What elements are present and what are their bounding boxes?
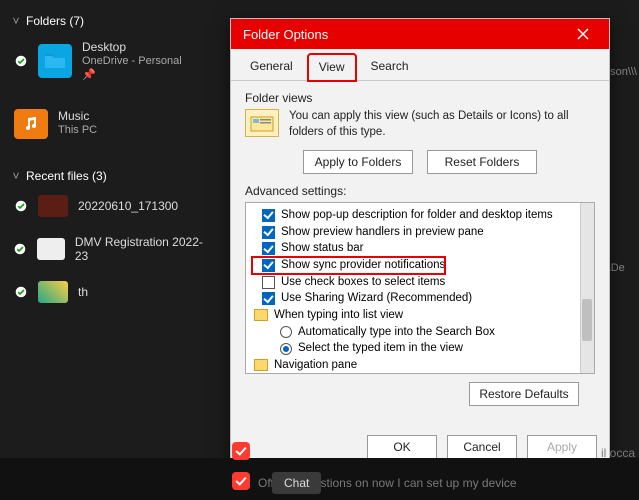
- checkbox-icon[interactable]: [262, 226, 275, 239]
- opt-label: Automatically type into the Search Box: [298, 324, 495, 341]
- explorer-panel: ˅ Folders (7) Desktop OneDrive - Persona…: [0, 0, 220, 500]
- sync-status-icon: [14, 54, 28, 68]
- close-button[interactable]: [565, 19, 601, 49]
- tab-view[interactable]: View: [308, 54, 356, 81]
- close-icon: [577, 28, 589, 40]
- opt-label: Use Sharing Wizard (Recommended): [281, 290, 472, 307]
- folder-name: Music: [58, 109, 97, 124]
- folders-section-header[interactable]: ˅ Folders (7): [12, 14, 212, 28]
- folder-sub: OneDrive - Personal: [82, 55, 182, 69]
- chat-button[interactable]: Chat: [272, 472, 321, 494]
- advanced-label: Advanced settings:: [245, 184, 595, 198]
- checkbox-icon[interactable]: [262, 209, 275, 222]
- checkbox-icon[interactable]: [262, 292, 275, 305]
- chevron-down-icon: ˅: [12, 169, 20, 183]
- recent-item[interactable]: DMV Registration 2022-23: [8, 231, 212, 267]
- sync-status-icon: [14, 242, 27, 256]
- opt-label: Show sync provider notifications: [281, 257, 445, 274]
- dialog-titlebar[interactable]: Folder Options: [231, 19, 609, 49]
- checkbox-checked-icon[interactable]: [232, 442, 250, 460]
- folder-item-desktop[interactable]: Desktop OneDrive - Personal 📌: [8, 36, 212, 87]
- dialog-title: Folder Options: [243, 27, 328, 42]
- tab-general[interactable]: General: [239, 53, 304, 80]
- recent-item[interactable]: th: [8, 277, 212, 307]
- opt-label: Show pop-up description for folder and d…: [281, 207, 553, 224]
- opt-label: When typing into list view: [274, 307, 403, 324]
- opt-label: Select the typed item in the view: [298, 340, 463, 357]
- doc-thumb-icon: [37, 238, 65, 260]
- folders-label: Folders (7): [26, 14, 84, 28]
- recent-name: th: [78, 285, 88, 299]
- folder-tree-icon: [254, 359, 268, 371]
- sync-status-icon: [14, 285, 28, 299]
- recent-name: 20220610_171300: [78, 199, 178, 213]
- pin-icon: 📌: [82, 69, 182, 83]
- recent-name: DMV Registration 2022-23: [75, 235, 206, 263]
- folder-sub: This PC: [58, 124, 97, 138]
- folder-views-icon: [245, 109, 279, 137]
- advanced-settings-list[interactable]: Show pop-up description for folder and d…: [245, 202, 595, 374]
- checkbox-icon[interactable]: [262, 259, 275, 272]
- restore-defaults-button[interactable]: Restore Defaults: [469, 382, 579, 406]
- recent-label: Recent files (3): [26, 169, 107, 183]
- folder-icon: [14, 109, 48, 139]
- folder-views-group: Folder views You can apply this view (su…: [245, 91, 595, 174]
- tab-bar: General View Search: [231, 53, 609, 81]
- folder-text: Desktop OneDrive - Personal 📌: [82, 40, 182, 83]
- tab-search[interactable]: Search: [360, 53, 420, 80]
- opt-label: Navigation pane: [274, 357, 357, 374]
- checkbox-icon[interactable]: [262, 276, 275, 289]
- advanced-settings-group: Advanced settings: Show pop-up descripti…: [245, 184, 595, 406]
- image-thumb-icon: [38, 281, 68, 303]
- occa-text: il occa: [601, 446, 635, 460]
- opt-label: Use check boxes to select items: [281, 274, 445, 291]
- folder-views-text: You can apply this view (such as Details…: [289, 109, 595, 140]
- recent-item[interactable]: 20220610_171300: [8, 191, 212, 221]
- recent-section-header[interactable]: ˅ Recent files (3): [12, 169, 212, 183]
- radio-icon[interactable]: [280, 343, 292, 355]
- sync-status-icon: [14, 199, 28, 213]
- opt-label: Show preview handlers in preview pane: [281, 224, 484, 241]
- folder-item-music[interactable]: Music This PC: [8, 105, 212, 143]
- folder-text: Music This PC: [58, 109, 97, 138]
- apply-button[interactable]: Apply: [527, 435, 597, 459]
- folder-icon: [38, 44, 72, 78]
- chevron-down-icon: ˅: [12, 14, 20, 28]
- opt-label: Show status bar: [281, 240, 363, 257]
- reset-folders-button[interactable]: Reset Folders: [427, 150, 537, 174]
- ok-button[interactable]: OK: [367, 435, 437, 459]
- folder-views-label: Folder views: [245, 91, 595, 105]
- scrollbar[interactable]: [580, 203, 594, 373]
- folder-tree-icon: [254, 309, 268, 321]
- apply-to-folders-button[interactable]: Apply to Folders: [303, 150, 413, 174]
- cancel-button[interactable]: Cancel: [447, 435, 517, 459]
- scrollbar-thumb[interactable]: [582, 299, 592, 341]
- dialog-footer: OK Cancel Apply: [367, 435, 597, 459]
- folder-name: Desktop: [82, 40, 182, 55]
- radio-icon[interactable]: [280, 326, 292, 338]
- checkbox-icon[interactable]: [262, 242, 275, 255]
- opt-sync-highlighted: Show sync provider notifications: [252, 257, 445, 274]
- video-thumb-icon: [38, 195, 68, 217]
- checkbox-checked-icon[interactable]: [232, 472, 250, 490]
- folder-options-dialog: Folder Options General View Search Folde…: [230, 18, 610, 468]
